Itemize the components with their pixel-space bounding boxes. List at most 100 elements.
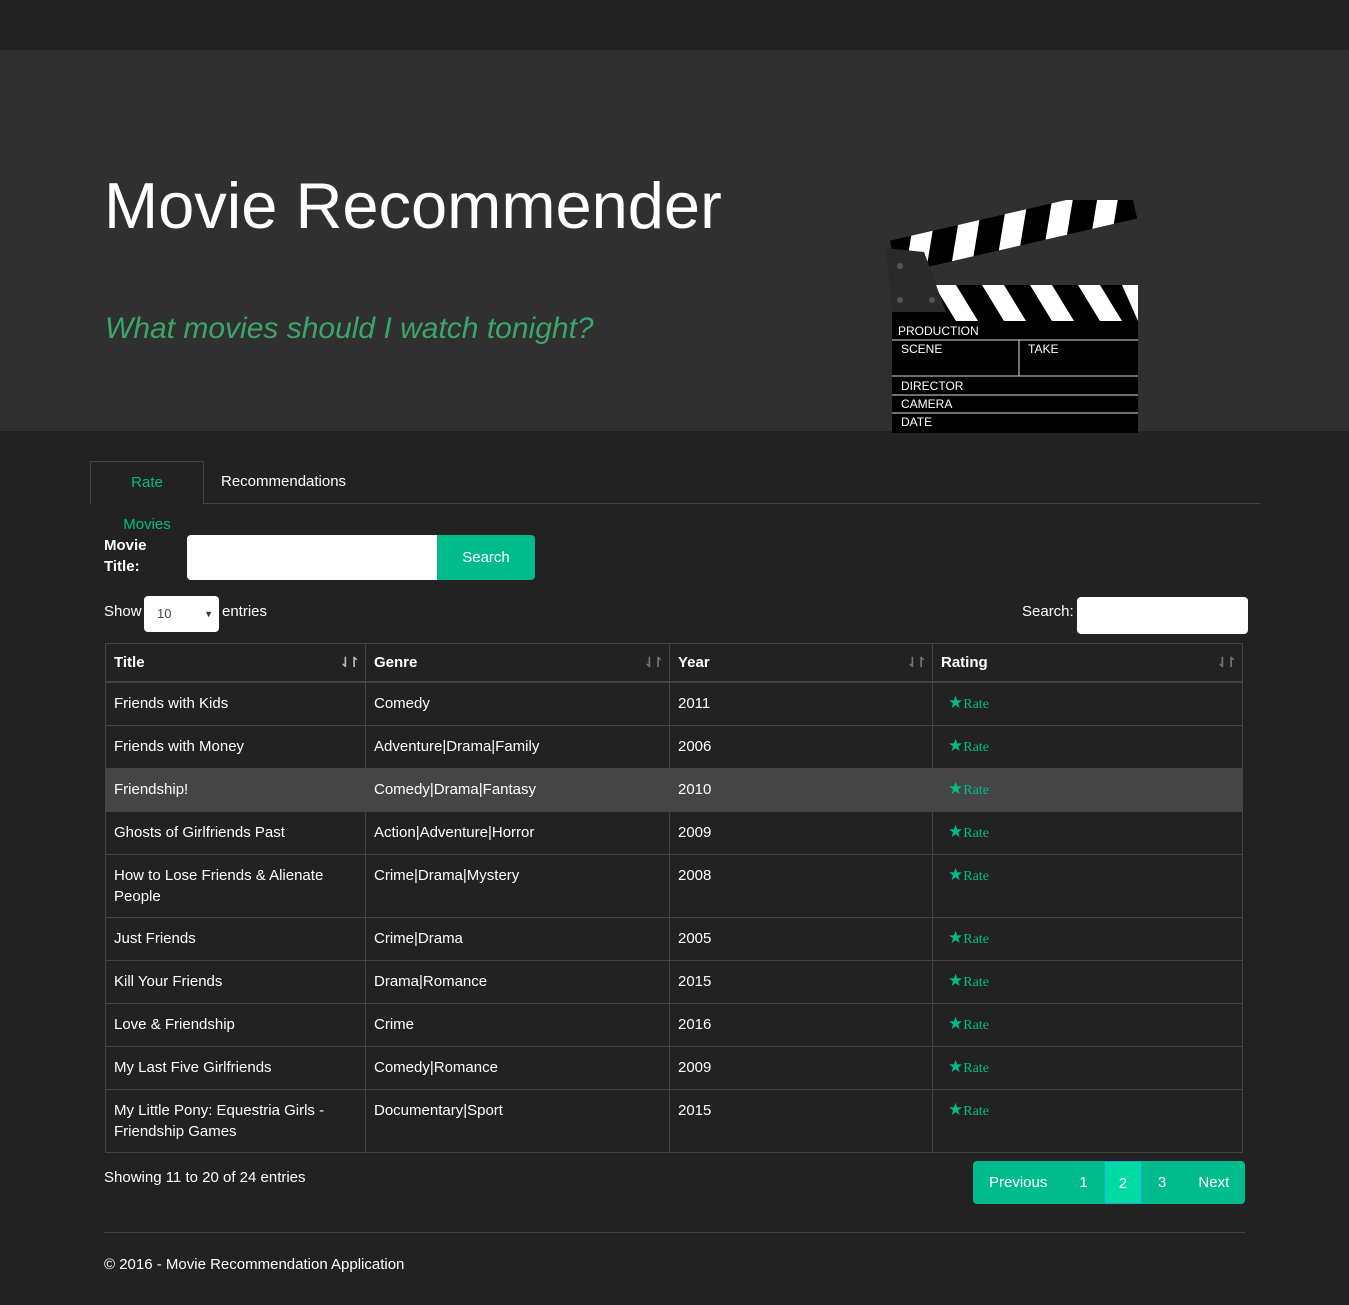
tab-recommendations[interactable]: Recommendations bbox=[205, 461, 362, 503]
star-icon: ★ bbox=[948, 736, 964, 756]
column-header-genre[interactable]: Genre ⇃↾ bbox=[365, 643, 670, 683]
star-icon: ★ bbox=[948, 971, 964, 991]
rate-link[interactable]: ★Rate bbox=[941, 779, 989, 799]
rate-link[interactable]: ★Rate bbox=[941, 865, 989, 885]
clapper-director: DIRECTOR bbox=[901, 379, 964, 393]
rate-label: Rate bbox=[963, 1018, 989, 1033]
table-row: Love & Friendship Crime 2016 ★Rate bbox=[105, 1003, 1243, 1047]
tab-rate-movies[interactable]: Rate Movies bbox=[90, 461, 204, 533]
jumbotron: Movie Recommender What movies should I w… bbox=[0, 50, 1349, 433]
rate-label: Rate bbox=[963, 783, 989, 798]
pagination-page-2-current[interactable]: 2 bbox=[1103, 1161, 1143, 1204]
cell-year: 2009 bbox=[669, 811, 933, 855]
movie-title-input[interactable] bbox=[187, 535, 437, 580]
star-icon: ★ bbox=[948, 1014, 964, 1034]
table-row: How to Lose Friends & Alienate People Cri… bbox=[105, 854, 1243, 918]
top-navbar bbox=[0, 0, 1349, 50]
cell-year: 2005 bbox=[669, 917, 933, 961]
cell-year: 2010 bbox=[669, 768, 933, 812]
cell-rating: ★Rate bbox=[932, 1003, 1243, 1047]
cell-rating: ★Rate bbox=[932, 1046, 1243, 1090]
table-row: Ghosts of Girlfriends Past Action|Adventu… bbox=[105, 811, 1243, 855]
table-header-row: Title ⇃↾ Genre ⇃↾ Year ⇃↾ Rating ⇃↾ bbox=[105, 643, 1243, 683]
cell-rating: ★Rate bbox=[932, 854, 1243, 918]
column-header-rating[interactable]: Rating ⇃↾ bbox=[932, 643, 1243, 683]
rate-label: Rate bbox=[963, 1104, 989, 1119]
cell-genre: Comedy|Romance bbox=[365, 1046, 670, 1090]
rate-label: Rate bbox=[963, 869, 989, 884]
pagination-next[interactable]: Next bbox=[1182, 1161, 1246, 1204]
cell-rating: ★Rate bbox=[932, 681, 1243, 726]
table-row: My Last Five Girlfriends Comedy|Romance 20… bbox=[105, 1046, 1243, 1090]
entries-length-value: 10 bbox=[157, 606, 172, 621]
tab-bar: Rate Movies Recommendations bbox=[90, 461, 1260, 533]
table-info: Showing 11 to 20 of 24 entries bbox=[104, 1169, 306, 1186]
footer-text: © 2016 - Movie Recommendation Applicatio… bbox=[104, 1256, 405, 1273]
rate-label: Rate bbox=[963, 740, 989, 755]
cell-year: 2009 bbox=[669, 1046, 933, 1090]
cell-rating: ★Rate bbox=[932, 768, 1243, 812]
footer-divider bbox=[104, 1232, 1245, 1233]
pagination: Previous 1 2 3 Next bbox=[973, 1161, 1246, 1204]
cell-title: My Little Pony: Equestria Girls - Friend… bbox=[105, 1089, 366, 1153]
cell-genre: Comedy|Drama|Fantasy bbox=[365, 768, 670, 812]
table-search-label: Search: bbox=[1022, 603, 1074, 620]
column-header-title[interactable]: Title ⇃↾ bbox=[105, 643, 366, 683]
pagination-page-3[interactable]: 3 bbox=[1142, 1161, 1183, 1204]
clapper-date: DATE bbox=[901, 415, 932, 429]
cell-title: My Last Five Girlfriends bbox=[105, 1046, 366, 1090]
cell-year: 2006 bbox=[669, 725, 933, 769]
table-row: Friends with Kids Comedy 2011 ★Rate bbox=[105, 681, 1243, 726]
table-row: Friendship! Comedy|Drama|Fantasy 2010 ★Rate bbox=[105, 768, 1243, 812]
column-header-year[interactable]: Year ⇃↾ bbox=[669, 643, 933, 683]
cell-genre: Crime bbox=[365, 1003, 670, 1047]
rate-label: Rate bbox=[963, 1061, 989, 1076]
rate-link[interactable]: ★Rate bbox=[941, 1100, 989, 1120]
chevron-down-icon: ▼ bbox=[204, 609, 213, 619]
cell-genre: Drama|Romance bbox=[365, 960, 670, 1004]
clapper-camera: CAMERA bbox=[901, 397, 952, 411]
rate-label: Rate bbox=[963, 975, 989, 990]
pagination-previous[interactable]: Previous bbox=[973, 1161, 1064, 1204]
entries-label: entries bbox=[222, 603, 268, 620]
cell-title: Friends with Money bbox=[105, 725, 366, 769]
rate-link[interactable]: ★Rate bbox=[941, 1057, 989, 1077]
sort-ascending-icon: ⇃↾ bbox=[339, 654, 361, 670]
rate-link[interactable]: ★Rate bbox=[941, 822, 989, 842]
table-row: Kill Your Friends Drama|Romance 2015 ★Rate bbox=[105, 960, 1243, 1004]
entries-length-select[interactable]: 10 ▼ bbox=[144, 596, 219, 632]
rate-link[interactable]: ★Rate bbox=[941, 1014, 989, 1034]
rate-link[interactable]: ★Rate bbox=[941, 693, 989, 713]
search-button[interactable]: Search bbox=[437, 535, 535, 580]
rate-link[interactable]: ★Rate bbox=[941, 971, 989, 991]
cell-rating: ★Rate bbox=[932, 811, 1243, 855]
cell-year: 2008 bbox=[669, 854, 933, 918]
pagination-page-1[interactable]: 1 bbox=[1063, 1161, 1104, 1204]
movie-title-label: Movie Title: bbox=[104, 537, 147, 575]
page-subtitle: What movies should I watch tonight? bbox=[105, 312, 594, 345]
cell-genre: Crime|Drama bbox=[365, 917, 670, 961]
show-label: Show bbox=[104, 603, 142, 620]
cell-title: Kill Your Friends bbox=[105, 960, 366, 1004]
rate-link[interactable]: ★Rate bbox=[941, 928, 989, 948]
clapper-scene: SCENE bbox=[901, 342, 942, 356]
rate-label: Rate bbox=[963, 697, 989, 712]
cell-genre: Action|Adventure|Horror bbox=[365, 811, 670, 855]
table-search-input[interactable] bbox=[1077, 597, 1248, 634]
star-icon: ★ bbox=[948, 865, 964, 885]
table-row: Friends with Money Adventure|Drama|Family… bbox=[105, 725, 1243, 769]
sort-icon: ⇃↾ bbox=[643, 654, 665, 670]
cell-title: Friends with Kids bbox=[105, 681, 366, 726]
sort-icon: ⇃↾ bbox=[906, 654, 928, 670]
cell-genre: Adventure|Drama|Family bbox=[365, 725, 670, 769]
cell-genre: Crime|Drama|Mystery bbox=[365, 854, 670, 918]
cell-year: 2011 bbox=[669, 681, 933, 726]
rate-link[interactable]: ★Rate bbox=[941, 736, 989, 756]
star-icon: ★ bbox=[948, 822, 964, 842]
cell-genre: Comedy bbox=[365, 681, 670, 726]
star-icon: ★ bbox=[948, 693, 964, 713]
cell-year: 2015 bbox=[669, 960, 933, 1004]
star-icon: ★ bbox=[948, 928, 964, 948]
clapper-production: PRODUCTION bbox=[898, 324, 979, 338]
clapperboard-image: PRODUCTION SCENE TAKE DIRECTOR CAMERA DA… bbox=[886, 200, 1138, 433]
